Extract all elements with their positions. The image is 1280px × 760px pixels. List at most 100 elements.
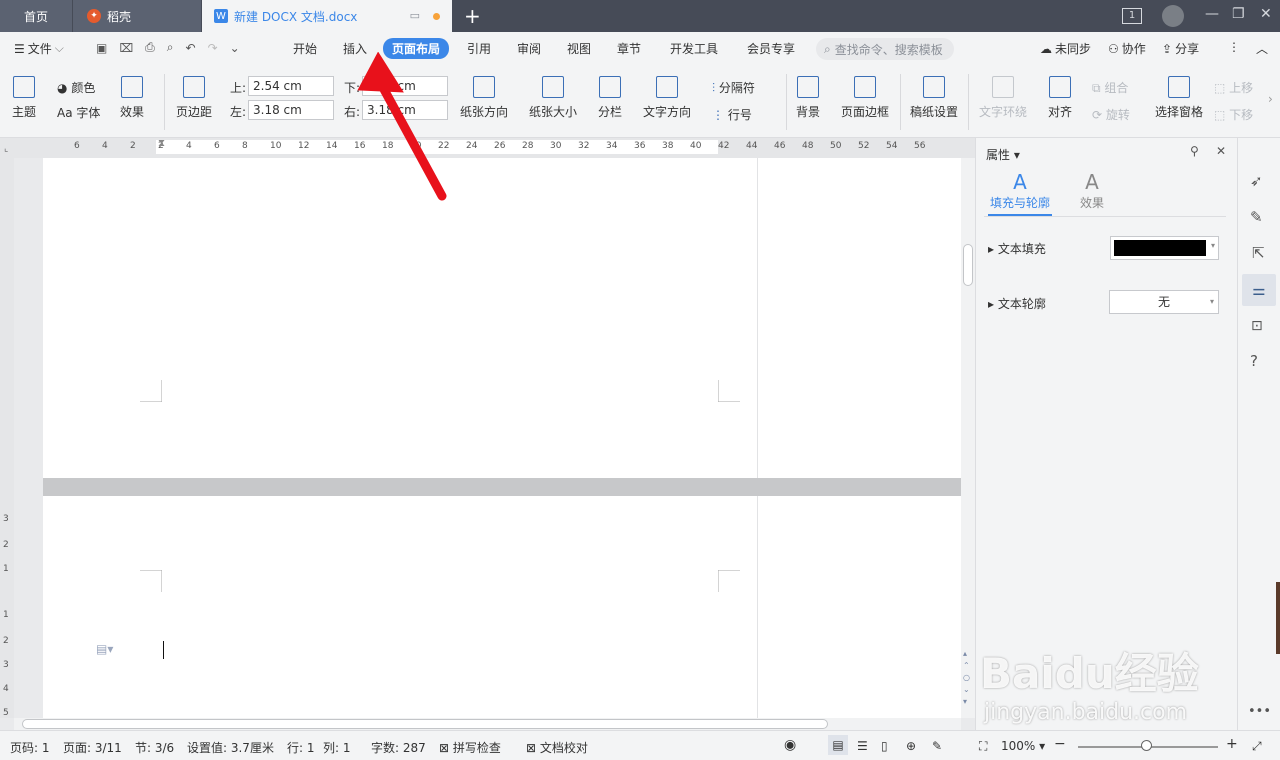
tab-document[interactable]: W 新建 DOCX 文档.docx ▭	[202, 0, 452, 32]
horizontal-ruler[interactable]: 6422468101214161820222426283032343638404…	[0, 138, 975, 158]
paragraph-handle-icon[interactable]: ▤▾	[96, 642, 113, 656]
spell-check-button[interactable]: ⊠ 拼写检查	[439, 739, 501, 756]
tab-chapter[interactable]: 章节	[617, 40, 641, 57]
separator-button[interactable]: ⫶ 分隔符	[712, 79, 755, 96]
pin-icon[interactable]: ⚲	[1190, 144, 1199, 158]
effect-tab[interactable]: A 效果	[1072, 170, 1112, 211]
page-view-icon[interactable]: ▤	[828, 735, 848, 755]
status-words[interactable]: 字数: 287	[371, 739, 426, 756]
ribbon-scroll-right-icon[interactable]: ›	[1268, 92, 1273, 106]
scroll-thumb[interactable]	[963, 244, 973, 286]
share-button[interactable]: ⇪ 分享	[1162, 40, 1199, 57]
fit-page-icon[interactable]: ⛶	[979, 739, 987, 754]
zoom-out-button[interactable]: −	[1054, 736, 1066, 752]
properties-toggle-icon[interactable]: ⚌	[1242, 274, 1276, 306]
restore-icon[interactable]: ❐	[1232, 6, 1245, 22]
window-count-icon[interactable]: 1	[1122, 8, 1142, 24]
orientation-button[interactable]: 纸张方向	[460, 76, 508, 120]
command-search[interactable]: ⌕ 查找命令、搜索模板	[816, 38, 954, 60]
tab-member[interactable]: 会员专享	[747, 40, 795, 57]
fill-outline-tab[interactable]: A 填充与轮廓	[990, 170, 1050, 211]
collapse-ribbon-icon[interactable]: ︿	[1256, 40, 1268, 57]
more-options-icon[interactable]: •••	[1248, 704, 1271, 719]
new-tab-button[interactable]: +	[464, 4, 481, 28]
minimize-icon[interactable]: —	[1205, 6, 1219, 22]
collab-button[interactable]: ⚇ 协作	[1108, 40, 1146, 57]
theme-button[interactable]: 主题	[12, 76, 36, 120]
text-outline-row[interactable]: ▸ 文本轮廓	[988, 295, 1046, 312]
color-button[interactable]: ◕ 颜色	[57, 79, 95, 96]
vertical-ruler[interactable]: 3 2 1 1 2 3 4 5	[0, 158, 14, 718]
background-button[interactable]: 背景	[796, 76, 820, 120]
properties-title[interactable]: 属性 ▾	[986, 146, 1020, 163]
cursor-icon[interactable]: ⇱	[1252, 244, 1265, 262]
margin-button[interactable]: 页边距	[176, 76, 212, 120]
horizontal-scrollbar[interactable]	[14, 718, 961, 730]
redo-icon[interactable]: ↷	[208, 41, 218, 55]
help-icon[interactable]: ?	[1250, 352, 1258, 370]
fullscreen-icon[interactable]: ⤢	[1252, 739, 1262, 754]
group-button[interactable]: ⧉ 组合	[1092, 79, 1128, 96]
outline-select[interactable]: 无 ▾	[1109, 290, 1219, 314]
sync-button[interactable]: ☁ 未同步	[1040, 40, 1091, 57]
status-setting[interactable]: 设置值: 3.7厘米	[187, 739, 274, 756]
more-icon[interactable]: ⋮	[1228, 40, 1240, 54]
send-backward-button[interactable]: ⬚ 下移	[1214, 106, 1253, 123]
tab-daoke[interactable]: ✦ 稻壳	[73, 0, 201, 32]
text-direction-button[interactable]: 文字方向	[643, 76, 691, 120]
page-border-button[interactable]: 页面边框	[841, 76, 889, 120]
tab-references[interactable]: 引用	[467, 40, 491, 57]
page[interactable]: ▤▾	[43, 496, 961, 718]
font-button[interactable]: Aa 字体	[57, 104, 100, 121]
select-pane-button[interactable]: 选择窗格	[1155, 76, 1203, 120]
page[interactable]	[43, 158, 961, 478]
status-page[interactable]: 页面: 3/11	[63, 739, 122, 756]
close-panel-icon[interactable]: ✕	[1216, 144, 1226, 158]
tab-stop-icon[interactable]: ⌞	[4, 144, 8, 154]
file-menu[interactable]: ☰ 文件 ⌵	[14, 40, 64, 57]
line-number-button[interactable]: ⋮ 行号	[712, 106, 752, 123]
tab-developer[interactable]: 开发工具	[670, 40, 718, 57]
rotate-button[interactable]: ⟳ 旋转	[1092, 106, 1130, 123]
rocket-icon[interactable]: ➶	[1250, 172, 1263, 190]
eye-protection-icon[interactable]: ◉	[784, 737, 796, 753]
tab-view[interactable]: 视图	[567, 40, 591, 57]
tab-start[interactable]: 开始	[293, 40, 317, 57]
document-canvas[interactable]: ▤▾	[14, 158, 961, 718]
vertical-scrollbar[interactable]: ▴ ⌃ ○ ⌄ ▾	[961, 158, 975, 718]
pen-icon[interactable]: ✎	[1250, 208, 1263, 226]
top-margin-input[interactable]: 2.54 cm	[248, 76, 334, 96]
status-page-code[interactable]: 页码: 1	[10, 739, 50, 756]
write-view-icon[interactable]: ✎	[932, 739, 942, 753]
status-section[interactable]: 节: 3/6	[135, 739, 174, 756]
zoom-in-button[interactable]: +	[1226, 736, 1238, 752]
fill-color-picker[interactable]: ▾	[1110, 236, 1219, 260]
paste-icon[interactable]: ⌧	[119, 41, 133, 55]
hscroll-thumb[interactable]	[22, 719, 828, 729]
read-view-icon[interactable]: ▯	[881, 739, 888, 753]
page-nav-icon[interactable]: ▴ ⌃ ○ ⌄ ▾	[963, 648, 970, 708]
bring-forward-button[interactable]: ⬚ 上移	[1214, 79, 1253, 96]
web-view-icon[interactable]: ⊕	[906, 739, 916, 753]
manuscript-button[interactable]: 稿纸设置	[910, 76, 958, 120]
preview-icon[interactable]: ⌕	[167, 40, 174, 55]
text-fill-row[interactable]: ▸ 文本填充	[988, 240, 1046, 257]
left-margin-input[interactable]: 3.18 cm	[248, 100, 334, 120]
avatar[interactable]	[1162, 5, 1184, 27]
save-icon[interactable]: ▣	[96, 41, 107, 55]
customize-icon[interactable]: ⌄	[230, 41, 240, 55]
print-icon[interactable]: ⎙	[145, 40, 155, 55]
indent-marker-icon[interactable]: ⧗	[158, 138, 165, 149]
undo-icon[interactable]: ↶	[186, 41, 196, 55]
align-button[interactable]: 对齐	[1048, 76, 1072, 120]
text-wrap-button[interactable]: 文字环绕	[979, 76, 1027, 120]
columns-button[interactable]: 分栏	[598, 76, 622, 120]
screen-icon[interactable]: ▭	[410, 9, 420, 22]
tab-home[interactable]: 首页	[0, 0, 72, 32]
outline-view-icon[interactable]: ☰	[857, 739, 868, 753]
close-icon[interactable]: ✕	[1260, 6, 1272, 22]
paper-size-button[interactable]: 纸张大小	[529, 76, 577, 120]
tab-review[interactable]: 审阅	[517, 40, 541, 57]
inbox-icon[interactable]: ⊡	[1251, 318, 1263, 334]
zoom-slider-thumb[interactable]	[1141, 740, 1152, 751]
